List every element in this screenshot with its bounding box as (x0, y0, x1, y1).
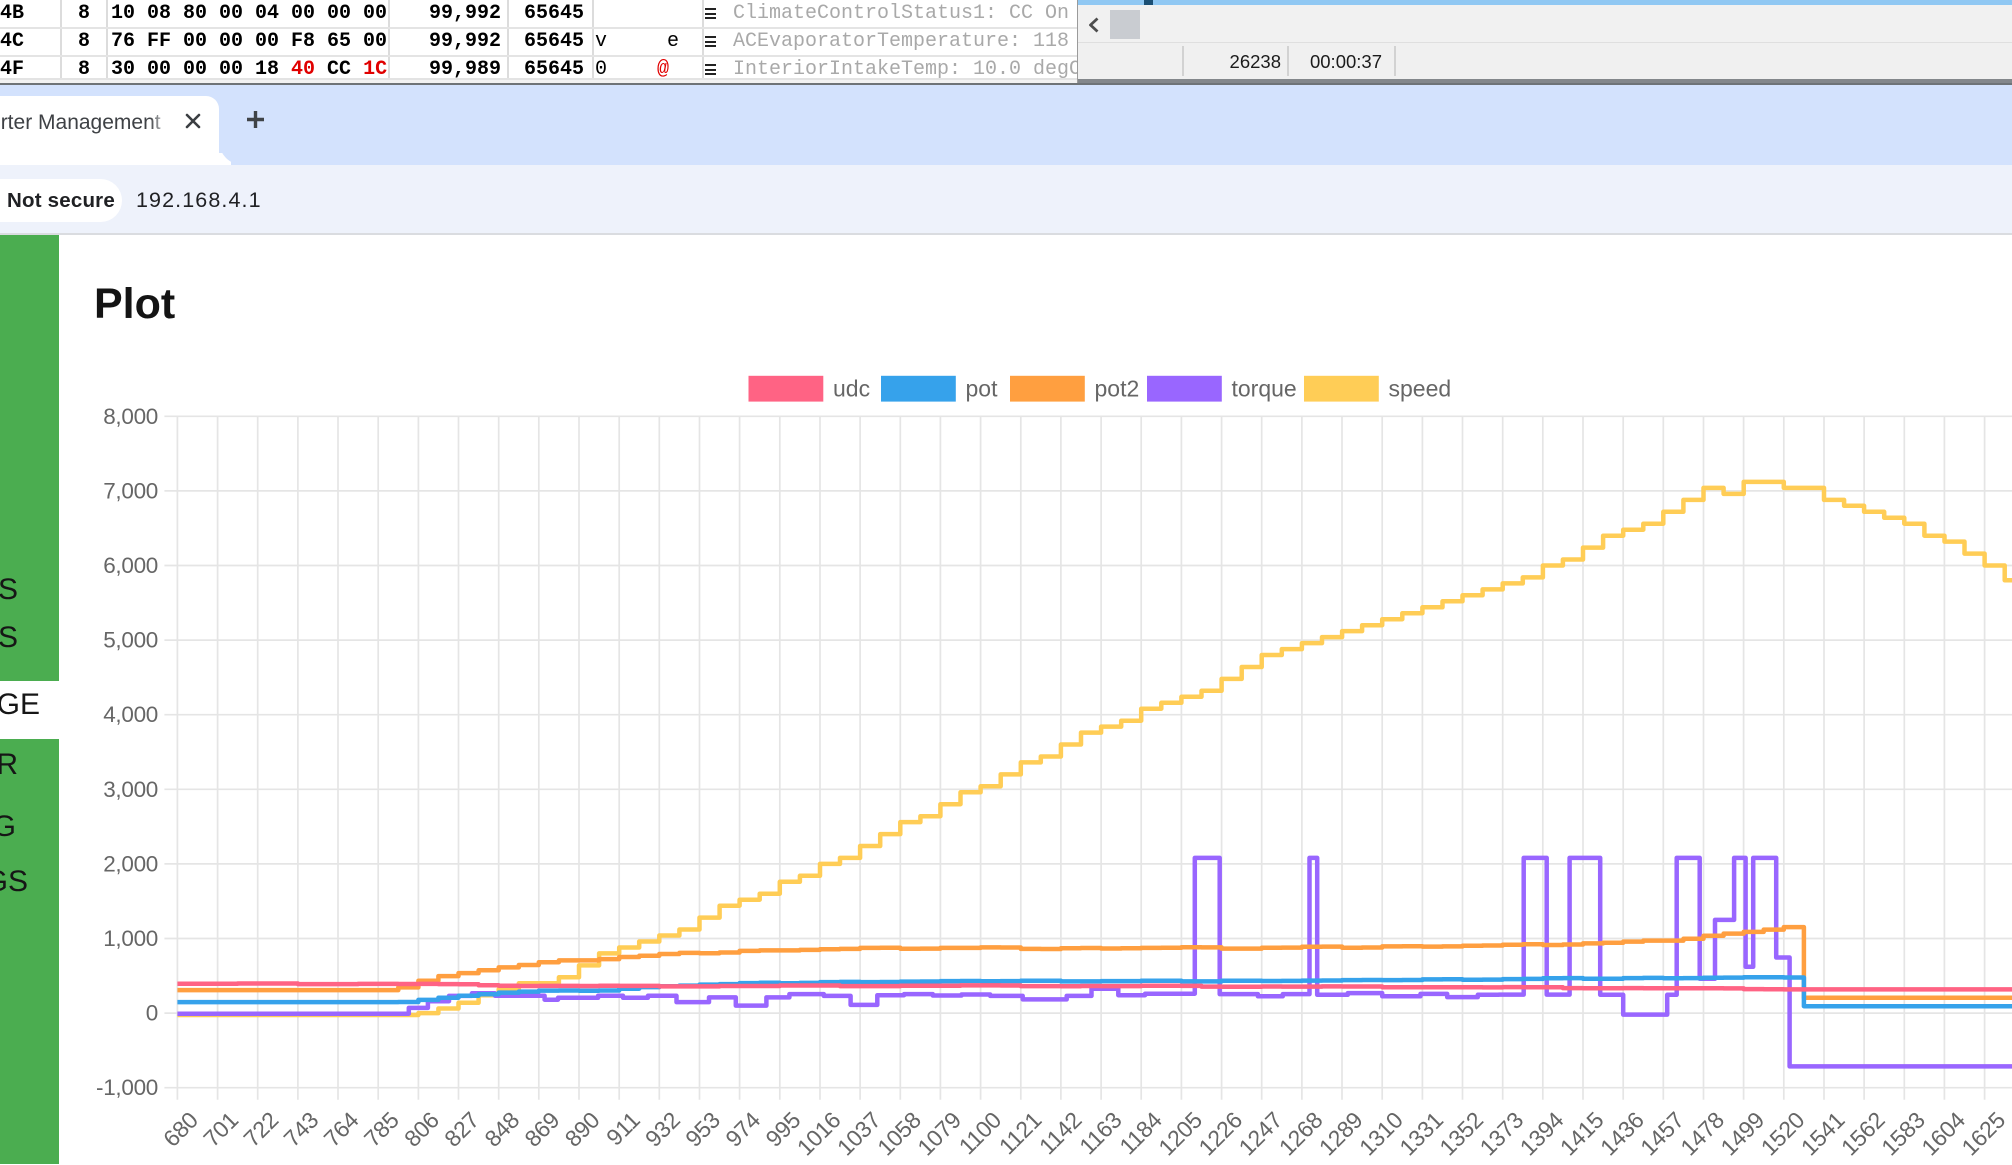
svg-text:932: 932 (640, 1107, 685, 1152)
svg-text:1037: 1037 (832, 1107, 886, 1161)
svg-text:722: 722 (238, 1107, 283, 1152)
svg-text:974: 974 (720, 1106, 765, 1151)
svg-text:680: 680 (158, 1107, 203, 1152)
svg-text:1562: 1562 (1836, 1107, 1890, 1161)
svg-text:953: 953 (680, 1107, 725, 1152)
svg-text:848: 848 (479, 1107, 524, 1152)
svg-text:1373: 1373 (1475, 1107, 1529, 1161)
svg-text:785: 785 (359, 1107, 404, 1152)
svg-text:1079: 1079 (912, 1107, 966, 1161)
svg-text:1331: 1331 (1394, 1107, 1448, 1161)
svg-text:1226: 1226 (1193, 1107, 1247, 1161)
svg-text:pot: pot (966, 376, 999, 402)
svg-text:1352: 1352 (1434, 1107, 1488, 1161)
svg-text:1100: 1100 (954, 1107, 1007, 1160)
svg-text:1625: 1625 (1956, 1107, 2010, 1161)
svg-text:1457: 1457 (1635, 1107, 1689, 1161)
svg-text:1163: 1163 (1074, 1107, 1127, 1160)
svg-text:1604: 1604 (1916, 1106, 1970, 1160)
svg-text:1142: 1142 (1034, 1107, 1087, 1160)
svg-text:1289: 1289 (1314, 1107, 1368, 1161)
svg-text:0: 0 (146, 1001, 158, 1026)
svg-text:1541: 1541 (1796, 1107, 1850, 1161)
svg-text:1247: 1247 (1234, 1107, 1288, 1161)
svg-text:4,000: 4,000 (103, 702, 158, 727)
svg-text:743: 743 (279, 1107, 324, 1152)
svg-text:udc: udc (833, 376, 870, 402)
svg-text:1121: 1121 (994, 1107, 1047, 1160)
svg-text:1478: 1478 (1675, 1107, 1729, 1161)
svg-text:1268: 1268 (1274, 1107, 1328, 1161)
svg-text:2,000: 2,000 (103, 851, 158, 876)
svg-text:1415: 1415 (1555, 1107, 1609, 1161)
svg-text:7,000: 7,000 (103, 478, 158, 503)
svg-text:911: 911 (601, 1107, 645, 1151)
svg-text:pot2: pot2 (1095, 376, 1140, 402)
svg-text:806: 806 (399, 1107, 444, 1152)
svg-text:8,000: 8,000 (103, 404, 158, 429)
svg-text:1583: 1583 (1876, 1107, 1930, 1161)
svg-text:1205: 1205 (1153, 1107, 1207, 1161)
svg-text:1394: 1394 (1515, 1106, 1569, 1160)
svg-text:-1,000: -1,000 (96, 1075, 158, 1100)
svg-text:5,000: 5,000 (103, 628, 158, 653)
svg-text:3,000: 3,000 (103, 777, 158, 802)
svg-text:764: 764 (319, 1106, 364, 1151)
svg-text:1499: 1499 (1715, 1107, 1769, 1161)
svg-text:869: 869 (519, 1107, 564, 1152)
svg-text:701: 701 (198, 1107, 243, 1152)
svg-text:1058: 1058 (872, 1107, 926, 1161)
svg-text:1436: 1436 (1595, 1107, 1649, 1161)
svg-text:890: 890 (560, 1107, 605, 1152)
svg-text:6,000: 6,000 (103, 553, 158, 578)
svg-text:1016: 1016 (792, 1107, 846, 1161)
svg-text:speed: speed (1389, 376, 1452, 402)
svg-text:1310: 1310 (1354, 1107, 1408, 1161)
svg-text:1184: 1184 (1114, 1106, 1167, 1159)
svg-text:1,000: 1,000 (103, 926, 158, 951)
svg-text:827: 827 (439, 1107, 484, 1152)
svg-text:torque: torque (1232, 376, 1297, 402)
svg-text:1520: 1520 (1756, 1107, 1810, 1161)
